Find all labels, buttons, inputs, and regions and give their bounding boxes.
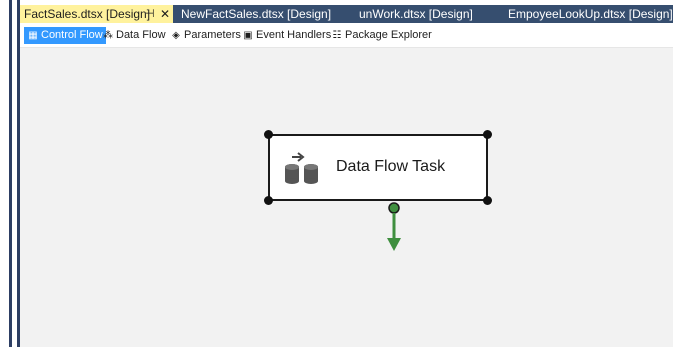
tab-newfactsales[interactable]: NewFactSales.dtsx [Design] <box>181 5 331 23</box>
tab-package-explorer[interactable]: ☷ Package Explorer <box>331 27 432 44</box>
precedence-constraint-arrow[interactable] <box>386 202 402 254</box>
task-label: Data Flow Task <box>336 158 446 175</box>
close-icon[interactable]: ✕ <box>160 5 170 23</box>
tab-event-handlers[interactable]: ▣ Event Handlers <box>242 27 331 44</box>
tab-label: NewFactSales.dtsx [Design] <box>181 7 332 21</box>
tab-control-flow-label: Control Flow <box>41 29 103 41</box>
data-flow-task-icon <box>285 152 318 184</box>
designer-toolbar: ▦ Control Flow ⁂ Data Flow ◈ Parameters ▣ Ev… <box>20 23 673 48</box>
pin-icon[interactable]: ⊣ <box>145 5 155 23</box>
document-tabstrip: FactSales.dtsx [Design] ⊣ ✕ NewFactSales… <box>20 5 673 23</box>
resize-handle-bottom-left[interactable] <box>264 196 273 205</box>
tab-unwork[interactable]: unWork.dtsx [Design] <box>359 5 473 23</box>
event-handlers-icon: ▣ <box>243 30 253 41</box>
tab-data-flow-label: Data Flow <box>116 29 166 41</box>
data-flow-task[interactable]: Data Flow Task <box>268 134 488 201</box>
tab-empoyeelookup[interactable]: EmpoyeeLookUp.dtsx [Design] <box>508 5 673 23</box>
left-edge <box>0 0 22 347</box>
tab-label: unWork.dtsx [Design] <box>359 7 473 21</box>
tab-label: FactSales.dtsx [Design] <box>24 7 151 21</box>
resize-handle-bottom-right[interactable] <box>483 196 492 205</box>
tab-parameters[interactable]: ◈ Parameters <box>170 27 241 44</box>
tab-control-flow[interactable]: ▦ Control Flow <box>24 27 106 44</box>
tab-package-explorer-label: Package Explorer <box>345 29 432 41</box>
tab-data-flow[interactable]: ⁂ Data Flow <box>102 27 166 44</box>
resize-handle-top-left[interactable] <box>264 130 273 139</box>
resize-handle-top-right[interactable] <box>483 130 492 139</box>
data-flow-icon: ⁂ <box>103 30 113 41</box>
package-explorer-icon: ☷ <box>332 30 342 41</box>
control-flow-icon: ▦ <box>28 30 38 41</box>
tab-factsales[interactable]: FactSales.dtsx [Design] ⊣ ✕ <box>20 5 173 23</box>
tab-label: EmpoyeeLookUp.dtsx [Design] <box>508 7 673 21</box>
tab-event-handlers-label: Event Handlers <box>256 29 332 41</box>
tab-parameters-label: Parameters <box>184 29 241 41</box>
parameters-icon: ◈ <box>172 30 180 41</box>
left-border-bar <box>9 0 12 347</box>
